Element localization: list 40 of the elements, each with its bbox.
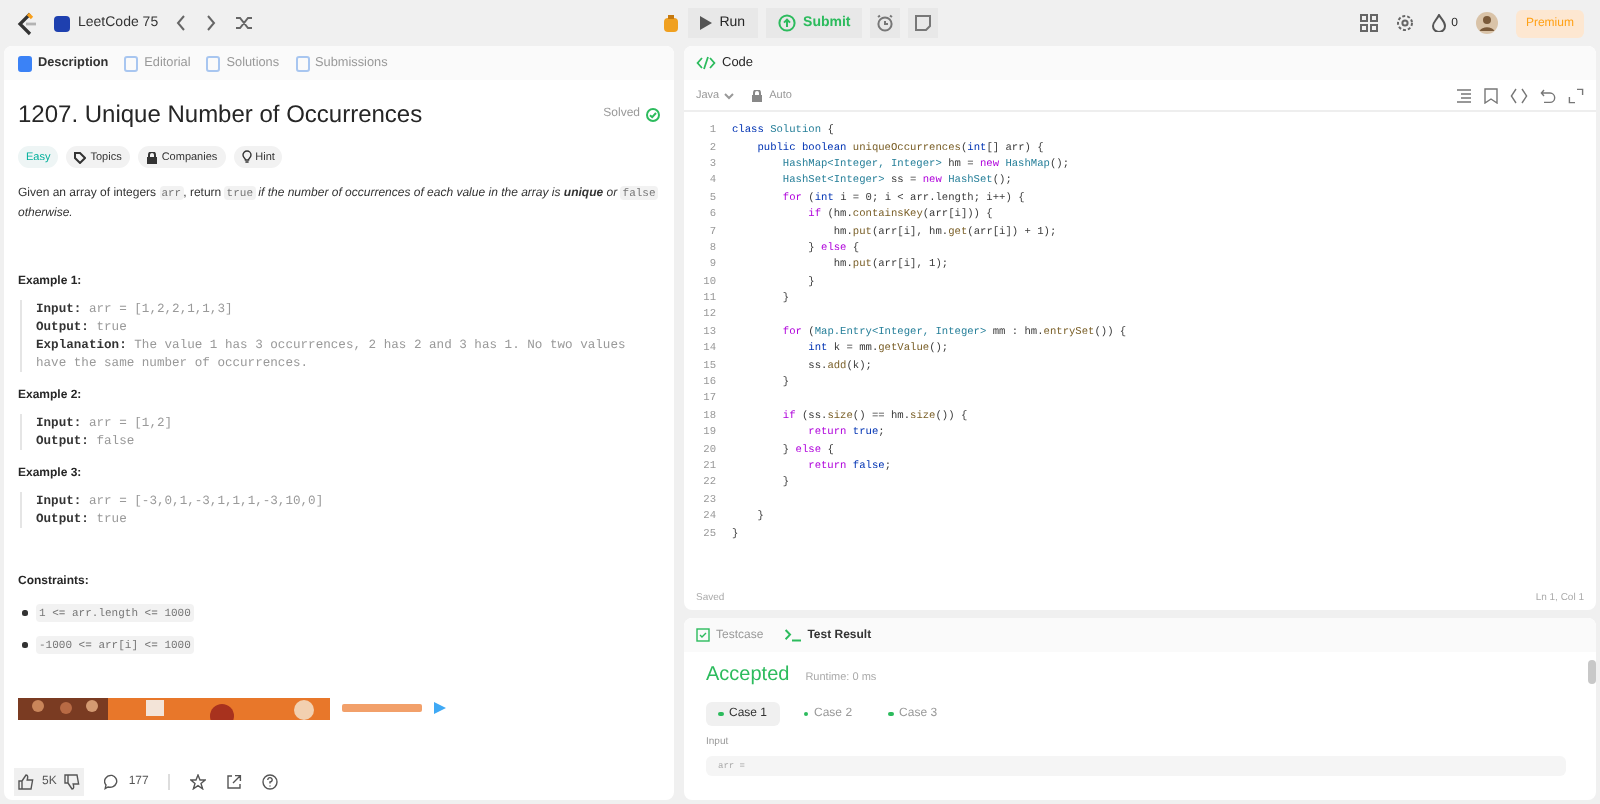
chevron-left-icon[interactable] xyxy=(174,14,189,32)
undo-icon[interactable] xyxy=(1540,87,1556,103)
verdict-label: Accepted xyxy=(706,664,790,686)
page-icon xyxy=(124,55,139,71)
scrollbar[interactable] xyxy=(1588,660,1596,684)
page-icon xyxy=(18,55,32,71)
share-icon[interactable] xyxy=(226,773,243,789)
lock-icon xyxy=(145,151,158,163)
play-icon xyxy=(699,16,712,30)
checkbox-icon xyxy=(696,628,710,642)
lock-icon xyxy=(751,89,762,101)
terminal-icon xyxy=(783,628,802,642)
lightbulb-icon xyxy=(241,150,252,164)
thumbs-up-icon xyxy=(18,773,34,789)
page-icon xyxy=(206,55,221,71)
chevron-down-icon xyxy=(723,91,734,99)
shuffle-icon[interactable] xyxy=(234,14,255,32)
grid-icon[interactable] xyxy=(1359,14,1378,32)
alarm-clock-icon[interactable] xyxy=(870,8,901,38)
avatar-icon[interactable] xyxy=(1475,12,1498,34)
expand-icon[interactable] xyxy=(1568,87,1584,103)
check-circle-icon xyxy=(646,107,660,121)
speech-bubble-icon xyxy=(104,773,121,789)
thumbs-down-icon[interactable] xyxy=(60,767,85,795)
bullet-dot xyxy=(22,610,27,616)
chevron-right-icon[interactable] xyxy=(204,14,219,32)
logo-icon[interactable] xyxy=(16,11,38,35)
star-icon[interactable] xyxy=(190,773,207,789)
help-icon[interactable] xyxy=(262,773,279,789)
bookmark-icon[interactable] xyxy=(1484,87,1498,103)
note-icon[interactable] xyxy=(908,8,939,38)
upload-icon xyxy=(777,14,796,32)
format-icon[interactable] xyxy=(1456,87,1472,103)
tag-icon xyxy=(74,151,87,163)
code-icon xyxy=(696,56,716,70)
page-icon xyxy=(295,55,310,71)
problem-title: 1207. Unique Number of Occurrences xyxy=(18,100,425,128)
settings-icon[interactable] xyxy=(1395,14,1414,32)
bullet-dot xyxy=(22,642,27,648)
braces-icon[interactable] xyxy=(1510,87,1528,103)
